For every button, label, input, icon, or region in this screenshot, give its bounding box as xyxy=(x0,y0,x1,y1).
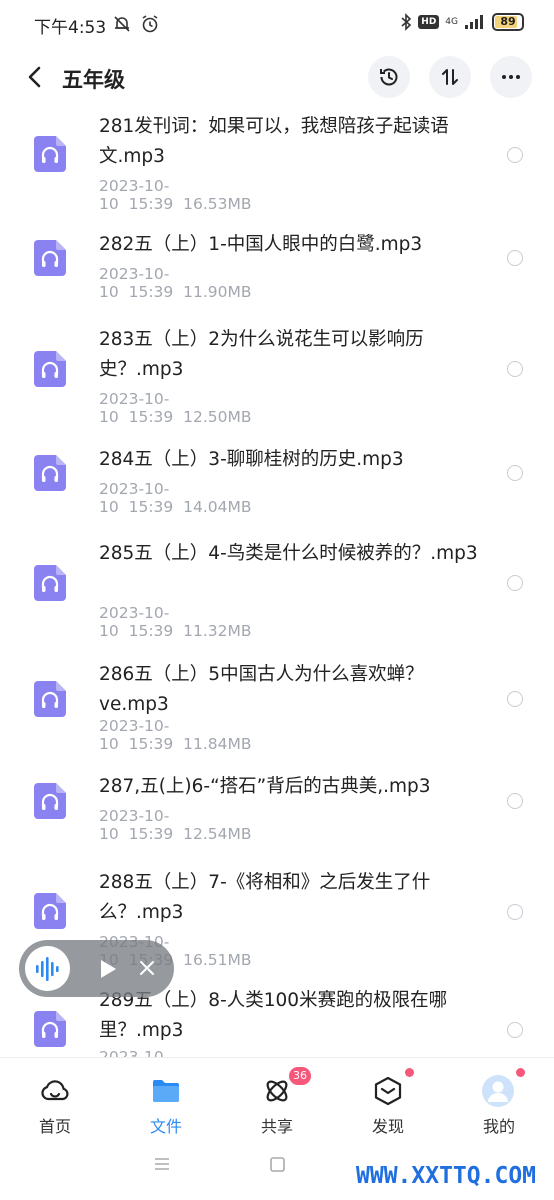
page-title: 五年级 xyxy=(62,68,125,92)
audio-file-icon xyxy=(34,893,66,929)
floating-player[interactable] xyxy=(19,940,174,997)
nav-label-me: 我的 xyxy=(482,1117,515,1136)
discover-dot xyxy=(405,1068,414,1077)
audio-wave-icon[interactable] xyxy=(25,946,70,991)
file-meta: 2023-10-10 15:39 16.53MB xyxy=(99,177,252,213)
history-icon xyxy=(380,68,398,86)
file-name: 285五（上）4-鸟类是什么时候被养的？.mp3 xyxy=(99,543,478,564)
avatar-icon xyxy=(482,1075,514,1107)
more-button[interactable] xyxy=(490,56,532,98)
share-atom-icon xyxy=(266,1080,288,1102)
file-meta: 2023-10-10 15:39 11.90MB xyxy=(99,265,252,301)
audio-file-icon xyxy=(34,1011,66,1047)
file-size: 11.84MB xyxy=(183,735,252,753)
mute-bell-icon xyxy=(114,16,130,32)
file-meta: 2023-10-10 15:39 12.50MB xyxy=(99,390,252,426)
close-icon[interactable] xyxy=(139,960,155,976)
select-radio[interactable] xyxy=(507,575,523,591)
share-badge: 36 xyxy=(289,1067,311,1085)
file-size: 12.50MB xyxy=(183,408,252,426)
file-meta: 2023-10-10 15:39 12.54MB xyxy=(99,807,252,843)
file-size: 11.90MB xyxy=(183,283,252,301)
file-name: 287,五(上)6-“搭石”背后的古典美,.mp3 xyxy=(99,776,431,797)
audio-file-icon xyxy=(34,565,66,601)
alarm-icon xyxy=(142,15,158,33)
file-time: 15:39 xyxy=(128,622,174,640)
bluetooth-icon xyxy=(401,13,412,31)
select-radio[interactable] xyxy=(507,250,523,266)
file-size: 11.32MB xyxy=(183,622,252,640)
nav-label-home: 首页 xyxy=(38,1117,71,1136)
file-time: 15:39 xyxy=(128,735,174,753)
watermark-text: WWW.XXTTQ.COM xyxy=(356,1163,537,1189)
file-size: 12.54MB xyxy=(183,825,252,843)
file-time: 15:39 xyxy=(128,195,174,213)
file-name: 283五（上）2为什么说花生可以影响历史？.mp3 xyxy=(99,329,424,380)
nav-label-share: 共享 xyxy=(260,1117,293,1136)
home-square-icon[interactable] xyxy=(269,1156,287,1174)
file-name: 289五（上）8-人类100米赛跑的极限在哪里？.mp3 xyxy=(99,990,448,1041)
nav-label-files: 文件 xyxy=(149,1117,182,1136)
file-time: 15:39 xyxy=(128,283,174,301)
select-radio[interactable] xyxy=(507,465,523,481)
me-dot xyxy=(516,1068,525,1077)
nav-label-discover: 发现 xyxy=(371,1117,404,1136)
nav-item-files[interactable]: 文件 xyxy=(126,1058,206,1136)
back-icon[interactable] xyxy=(22,62,50,92)
cloud-home-icon xyxy=(41,1080,69,1101)
audio-file-icon xyxy=(34,783,66,819)
signal-icon xyxy=(465,15,483,29)
menu-icon[interactable] xyxy=(153,1156,171,1172)
nav-item-discover[interactable]: 发现 xyxy=(348,1058,428,1136)
discover-cube-icon xyxy=(374,1076,402,1106)
select-radio[interactable] xyxy=(507,1022,523,1038)
file-name: 284五（上）3-聊聊桂树的历史.mp3 xyxy=(99,449,404,470)
file-size: 16.51MB xyxy=(183,951,252,969)
nav-item-share[interactable]: 36 共享 xyxy=(237,1058,317,1136)
file-time: 15:39 xyxy=(128,408,174,426)
hd-badge: HD xyxy=(418,15,440,29)
status-time: 下午4:53 xyxy=(34,18,107,38)
network-type: 4G xyxy=(445,16,458,27)
battery-indicator: 89 xyxy=(492,13,524,31)
file-time: 15:39 xyxy=(128,825,174,843)
file-meta: 2023-10-10 15:39 11.84MB xyxy=(99,717,252,753)
audio-file-icon xyxy=(34,351,66,387)
folder-icon xyxy=(153,1080,179,1102)
nav-item-me[interactable]: 我的 xyxy=(459,1058,539,1136)
audio-file-icon xyxy=(34,240,66,276)
history-button[interactable] xyxy=(368,56,410,98)
play-icon[interactable] xyxy=(97,957,119,981)
file-name: 282五（上）1-中国人眼中的白鹭.mp3 xyxy=(99,234,423,255)
file-name: 288五（上）7-《将相和》之后发生了什么？.mp3 xyxy=(99,872,431,923)
select-radio[interactable] xyxy=(507,147,523,163)
file-size: 14.04MB xyxy=(183,498,252,516)
select-radio[interactable] xyxy=(507,361,523,377)
status-bar: 下午4:53 HD 4G 89 xyxy=(0,0,554,50)
sort-icon xyxy=(442,69,458,85)
bottom-nav: 首页 文件 36 共享 发现 我的 xyxy=(0,1057,554,1136)
audio-file-icon xyxy=(34,455,66,491)
select-radio[interactable] xyxy=(507,904,523,920)
audio-file-icon xyxy=(34,136,66,172)
nav-item-home[interactable]: 首页 xyxy=(15,1058,95,1136)
file-meta: 2023-10-10 15:39 14.04MB xyxy=(99,480,252,516)
audio-file-icon xyxy=(34,681,66,717)
select-radio[interactable] xyxy=(507,793,523,809)
file-meta: 2023-10-10 15:39 11.32MB xyxy=(99,604,252,640)
file-time: 15:39 xyxy=(128,498,174,516)
title-bar: 五年级 xyxy=(0,50,554,106)
file-name: 286五（上）5中国古人为什么喜欢蝉？ve.mp3 xyxy=(99,664,424,715)
file-name: 281发刊词：如果可以，我想陪孩子起读语文.mp3 xyxy=(99,116,449,167)
file-size: 16.53MB xyxy=(183,195,252,213)
select-radio[interactable] xyxy=(507,691,523,707)
sort-button[interactable] xyxy=(429,56,471,98)
more-icon xyxy=(502,75,520,79)
